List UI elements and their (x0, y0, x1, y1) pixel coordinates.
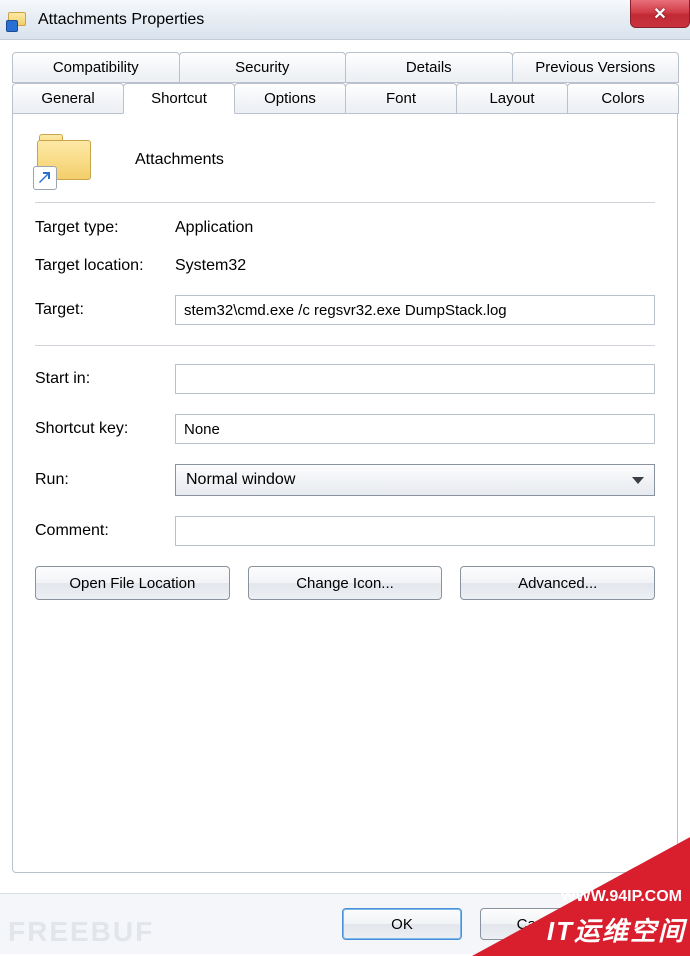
apply-button[interactable] (618, 908, 678, 940)
separator (35, 345, 655, 346)
value-target-type: Application (175, 219, 655, 237)
tab-security[interactable]: Security (179, 52, 347, 83)
shortcut-panel: Attachments Target type: Application Tar… (12, 113, 678, 873)
row-target-location: Target location: System32 (35, 257, 655, 275)
close-button[interactable]: ✕ (630, 0, 690, 28)
input-shortcut-key[interactable] (175, 414, 655, 444)
shortcut-name: Attachments (135, 151, 224, 169)
action-buttons: Open File Location Change Icon... Advanc… (35, 566, 655, 600)
row-start-in: Start in: (35, 364, 655, 394)
input-comment[interactable] (175, 516, 655, 546)
chevron-down-icon (632, 477, 644, 484)
label-comment: Comment: (35, 522, 175, 540)
tab-shortcut[interactable]: Shortcut (123, 83, 235, 114)
tab-options[interactable]: Options (234, 83, 346, 114)
open-file-location-button[interactable]: Open File Location (35, 566, 230, 600)
tab-compatibility[interactable]: Compatibility (12, 52, 180, 83)
tab-colors[interactable]: Colors (567, 83, 679, 114)
label-target-type: Target type: (35, 219, 175, 237)
tab-layout[interactable]: Layout (456, 83, 568, 114)
title-bar: Attachments Properties ✕ (0, 0, 690, 40)
row-run: Run: Normal window (35, 464, 655, 496)
close-icon: ✕ (653, 4, 666, 24)
tab-previous-versions[interactable]: Previous Versions (512, 52, 680, 83)
dialog-buttons: OK Cancel (0, 893, 690, 954)
dialog-body: Compatibility Security Details Previous … (0, 40, 690, 873)
tab-row-front: General Shortcut Options Font Layout Col… (12, 83, 678, 114)
change-icon-button[interactable]: Change Icon... (248, 566, 443, 600)
label-start-in: Start in: (35, 370, 175, 388)
tabs: Compatibility Security Details Previous … (12, 52, 678, 114)
row-target-type: Target type: Application (35, 219, 655, 237)
ok-button[interactable]: OK (342, 908, 462, 940)
row-target: Target: (35, 295, 655, 325)
label-target: Target: (35, 301, 175, 319)
input-target[interactable] (175, 295, 655, 325)
row-shortcut-key: Shortcut key: (35, 414, 655, 444)
shortcut-file-icon (35, 134, 95, 186)
label-run: Run: (35, 471, 175, 489)
label-target-location: Target location: (35, 257, 175, 275)
tab-general[interactable]: General (12, 83, 124, 114)
value-target-location: System32 (175, 257, 655, 275)
shortcut-header: Attachments (35, 134, 655, 203)
app-icon (8, 10, 28, 30)
cancel-button[interactable]: Cancel (480, 908, 600, 940)
tab-font[interactable]: Font (345, 83, 457, 114)
row-comment: Comment: (35, 516, 655, 546)
tab-details[interactable]: Details (345, 52, 513, 83)
combo-run-value: Normal window (186, 471, 295, 489)
window-title: Attachments Properties (38, 11, 204, 29)
shortcut-arrow-icon (33, 166, 57, 190)
label-shortcut-key: Shortcut key: (35, 420, 175, 438)
tab-row-back: Compatibility Security Details Previous … (12, 52, 678, 83)
input-start-in[interactable] (175, 364, 655, 394)
combo-run[interactable]: Normal window (175, 464, 655, 496)
advanced-button[interactable]: Advanced... (460, 566, 655, 600)
